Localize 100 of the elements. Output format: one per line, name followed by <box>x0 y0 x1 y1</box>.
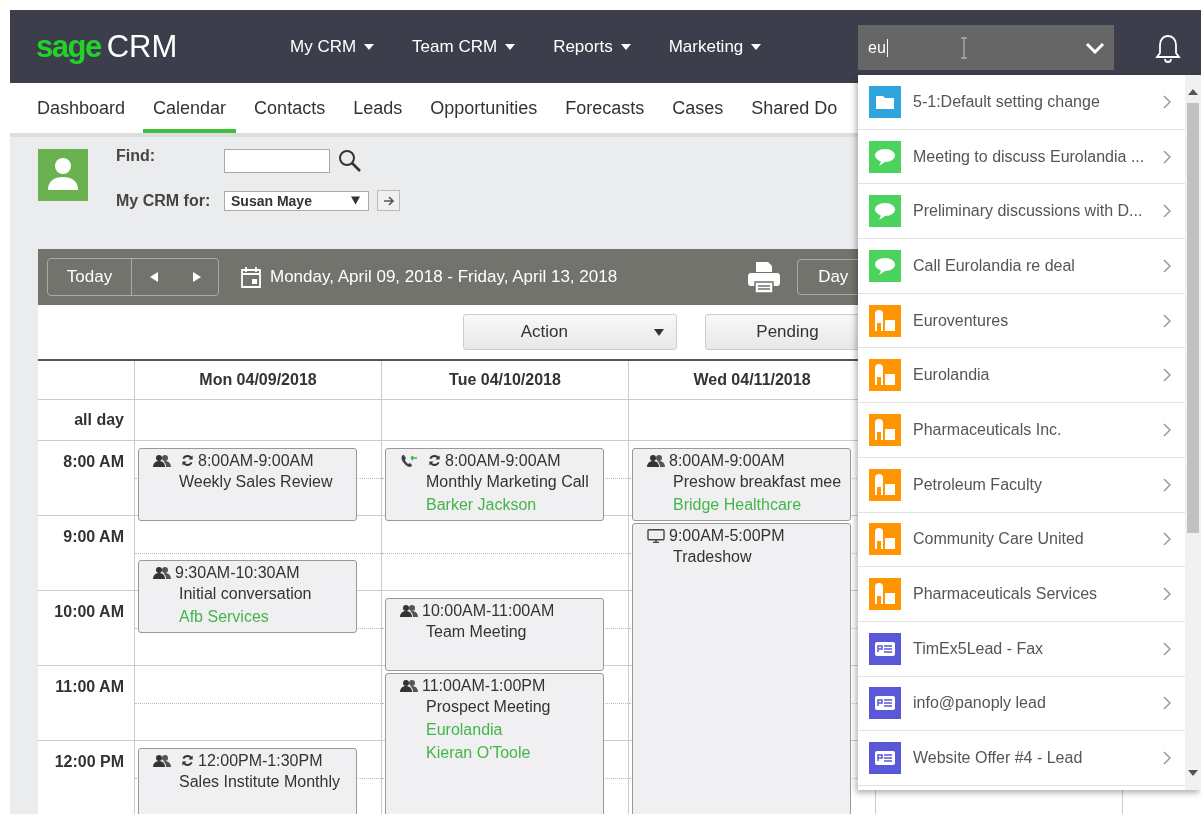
text-caret <box>886 38 888 57</box>
people-icon <box>153 753 171 768</box>
previous-icon <box>149 272 158 282</box>
hour-label: 9:00 AM <box>63 528 124 545</box>
result-label: Euroventures <box>913 311 1010 330</box>
nav-tab[interactable]: Calendar <box>143 83 237 133</box>
nav-menu[interactable]: Reports <box>543 30 641 63</box>
chevron-right-icon <box>1163 258 1171 273</box>
caret-icon <box>364 43 375 50</box>
result-label: 5-1:Default setting change <box>913 92 1101 111</box>
day-header: Mon 04/09/2018 <box>134 361 381 399</box>
building-icon <box>869 468 901 501</box>
search-result-item[interactable]: info@panoply lead <box>858 676 1185 732</box>
text-cursor-icon <box>959 36 968 59</box>
find-label: Find: <box>116 147 157 165</box>
event-title: Monthly Marketing Call <box>425 471 590 492</box>
people-icon <box>400 678 418 693</box>
chevron-right-icon <box>1163 313 1171 328</box>
result-label: Preliminary discussions with D... <box>913 202 1144 221</box>
owner-select[interactable]: Susan Maye <box>224 190 369 211</box>
nav-tab[interactable]: Shared Do <box>741 83 848 133</box>
nav-menu[interactable]: Marketing <box>658 30 772 63</box>
people-icon <box>400 603 418 618</box>
search-result-item[interactable]: Preliminary discussions with D... <box>858 184 1185 240</box>
event-time-line: 11:00AM-1:00PM <box>400 676 603 695</box>
day-header: Tue 04/10/2018 <box>381 361 628 399</box>
chevron-right-icon <box>1163 751 1171 766</box>
people-icon <box>153 566 171 580</box>
search-result-item[interactable]: Meeting to discuss Eurolandia ... <box>858 129 1185 185</box>
speech-bubble-icon <box>869 140 901 173</box>
event-time-line: 8:00AM-9:00AM <box>153 451 356 470</box>
people-icon <box>647 453 665 468</box>
search-result-item[interactable]: Petroleum Faculty <box>858 457 1185 513</box>
search-result-item[interactable]: Call Eurolandia re deal <box>858 239 1185 294</box>
search-field[interactable]: eu <box>858 25 1114 70</box>
event-card[interactable]: 8:00AM-9:00AM Weekly Sales Review <box>138 447 357 521</box>
monitor-icon <box>647 528 665 543</box>
event-title: Tradeshow <box>672 546 753 567</box>
scroll-up-icon[interactable] <box>1188 89 1198 95</box>
owner-label: My CRM for: <box>116 191 212 210</box>
event-card[interactable]: 8:00AM-9:00AM Monthly Marketing Call Barker Jackson <box>385 447 604 521</box>
scrollbar[interactable] <box>1185 75 1201 790</box>
hour-label: 10:00 AM <box>54 603 124 620</box>
event-card[interactable]: 9:30AM-10:30AM Initial conversation Afb Services <box>138 560 357 633</box>
nav-tab[interactable]: Contacts <box>244 83 336 133</box>
search-result-item[interactable]: Euroventures <box>858 293 1185 349</box>
search-result-item[interactable]: Pharmaceuticals Services <box>858 567 1185 622</box>
search-result-item[interactable]: Pharmaceuticals Inc. <box>858 403 1185 458</box>
nav-tab[interactable]: Opportunities <box>420 83 548 133</box>
bell-icon[interactable] <box>1155 34 1181 64</box>
arrow-right-icon <box>382 195 395 206</box>
event-title: Prospect Meeting <box>425 696 552 717</box>
nav-tab[interactable]: Cases <box>662 83 734 133</box>
chevron-right-icon <box>1163 477 1171 492</box>
event-title: Sales Institute Monthly <box>178 771 341 792</box>
result-label: Website Offer #4 - Lead <box>913 749 1084 768</box>
building-icon <box>869 523 901 556</box>
search-result-item[interactable]: Eurolandia <box>858 348 1185 404</box>
search-result-item[interactable]: Community Care United <box>858 512 1185 568</box>
printer-icon[interactable] <box>747 260 782 294</box>
logo-brand: sage <box>36 28 101 65</box>
user-avatar-icon <box>38 149 88 201</box>
event-card[interactable]: 8:00AM-9:00AM Preshow breakfast mee Bridge Healthcare <box>632 447 851 521</box>
result-label: Pharmaceuticals Services <box>913 585 1099 604</box>
caret-icon <box>505 43 516 50</box>
event-time-line: 10:00AM-11:00AM <box>400 601 603 620</box>
find-field[interactable] <box>224 149 330 173</box>
event-time-line: 9:00AM-5:00PM <box>647 526 850 545</box>
folder-icon <box>869 85 901 118</box>
search-result-item[interactable]: TimEx5Lead - Fax <box>858 621 1185 677</box>
date-range: Monday, April 09, 2018 - Friday, April 13, 2018 <box>270 267 618 287</box>
chevron-right-icon <box>1163 532 1171 547</box>
event-card[interactable]: 9:00AM-5:00PM Tradeshow <box>632 522 851 814</box>
search-text: eu <box>867 38 886 57</box>
chevron-right-icon <box>1163 204 1171 219</box>
recurring-icon <box>181 454 194 467</box>
action-dropdown[interactable]: Action <box>463 314 677 350</box>
search-result-item[interactable]: Website Offer #4 - Lead <box>858 731 1185 786</box>
id-card-icon <box>869 632 901 665</box>
all-day-label: all day <box>73 411 125 429</box>
result-label: Eurolandia <box>913 366 991 385</box>
hour-label: 12:00 PM <box>54 753 124 770</box>
nav-tab[interactable]: Dashboard <box>27 83 136 133</box>
speech-bubble-icon <box>869 195 901 228</box>
result-label: Pharmaceuticals Inc. <box>913 420 1063 439</box>
nav-menu[interactable]: My CRM <box>280 30 385 63</box>
recurring-icon <box>181 754 194 767</box>
chevron-right-icon <box>1163 587 1171 602</box>
caret-icon <box>620 43 631 50</box>
nav-tab[interactable]: Forecasts <box>555 83 655 133</box>
search-result-item[interactable]: 5-1:Default setting change <box>858 75 1185 130</box>
go-button[interactable] <box>377 190 400 211</box>
scroll-down-icon[interactable] <box>1188 770 1198 776</box>
nav-menu[interactable]: Team CRM <box>402 30 526 63</box>
nav-tab[interactable]: Leads <box>343 83 413 133</box>
search-icon[interactable] <box>338 149 362 173</box>
result-label: Call Eurolandia re deal <box>913 256 1076 275</box>
event-card[interactable]: 12:00PM-1:30PM Sales Institute Monthly <box>138 747 357 814</box>
event-card[interactable]: 10:00AM-11:00AM Team Meeting <box>385 597 604 671</box>
event-title: Weekly Sales Review <box>178 471 334 492</box>
